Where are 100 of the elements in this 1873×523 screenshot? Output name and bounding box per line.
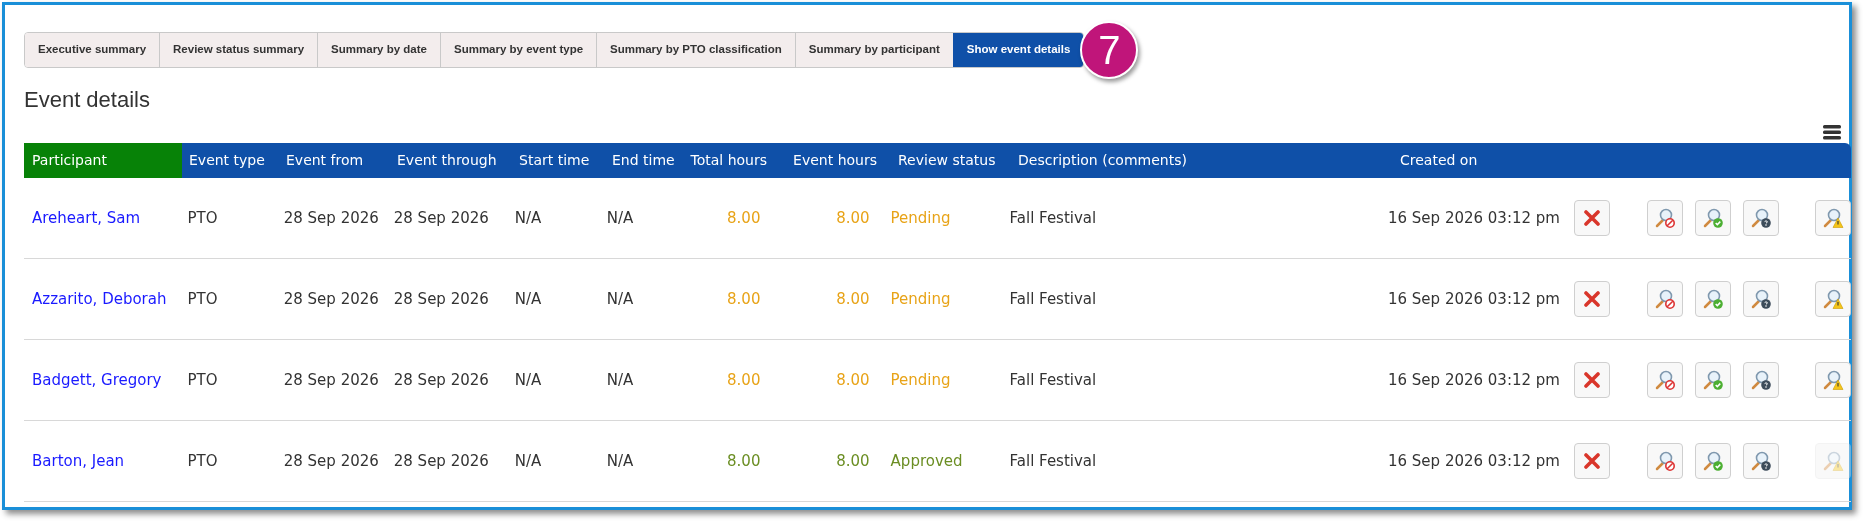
magnifier-question-icon bbox=[1750, 288, 1772, 310]
table-cell-text: N/A bbox=[513, 207, 543, 229]
query-review-button[interactable] bbox=[1743, 281, 1779, 317]
table-cell-text: 28 Sep 2026 bbox=[392, 288, 490, 310]
table-cell-text: 8.00 bbox=[726, 288, 762, 310]
magnifier-block-icon bbox=[1654, 450, 1676, 472]
participant-link[interactable]: Badgett, Gregory bbox=[24, 368, 181, 392]
tab[interactable]: Review status summary bbox=[159, 33, 318, 67]
magnifier-check-icon bbox=[1702, 288, 1724, 310]
flag-review-button[interactable] bbox=[1815, 200, 1851, 236]
table-cell-text: 28 Sep 2026 bbox=[282, 369, 380, 391]
magnifier-warning-icon bbox=[1822, 450, 1844, 472]
close-icon bbox=[1584, 453, 1600, 469]
table-cell-text: 8.00 bbox=[835, 369, 871, 391]
tab[interactable]: Executive summary bbox=[25, 33, 160, 67]
column-header[interactable]: Review status bbox=[891, 143, 1011, 178]
column-header[interactable]: Participant bbox=[24, 143, 182, 178]
approve-review-button[interactable] bbox=[1695, 200, 1731, 236]
tab[interactable]: Summary by participant bbox=[794, 33, 953, 67]
query-review-button[interactable] bbox=[1743, 362, 1779, 398]
table-cell-text: PTO bbox=[186, 288, 219, 310]
magnifier-warning-icon bbox=[1822, 207, 1844, 229]
reject-review-button[interactable] bbox=[1647, 200, 1683, 236]
table-cell-text: Fall Festival bbox=[1008, 288, 1098, 310]
table-cell-text: 28 Sep 2026 bbox=[392, 207, 490, 229]
query-review-button[interactable] bbox=[1743, 200, 1779, 236]
table-cell-text: N/A bbox=[513, 450, 543, 472]
table-cell-text: Fall Festival bbox=[1008, 369, 1098, 391]
tab[interactable]: Show event details bbox=[952, 33, 1084, 67]
column-header[interactable]: Event hours bbox=[781, 143, 891, 178]
close-icon bbox=[1584, 291, 1600, 307]
table-cell-text: Pending bbox=[889, 288, 952, 310]
magnifier-question-icon bbox=[1750, 207, 1772, 229]
table-cell-text: Pending bbox=[889, 369, 952, 391]
table-cell-text: Fall Festival bbox=[1008, 207, 1098, 229]
column-header[interactable]: End time bbox=[605, 143, 683, 178]
approve-review-button[interactable] bbox=[1695, 443, 1731, 479]
magnifier-check-icon bbox=[1702, 450, 1724, 472]
table-cell-text: 8.00 bbox=[835, 207, 871, 229]
reject-review-button[interactable] bbox=[1647, 443, 1683, 479]
participant-link[interactable]: Azzarito, Deborah bbox=[24, 287, 181, 311]
table-cell-text: PTO bbox=[186, 207, 219, 229]
flag-review-button[interactable] bbox=[1815, 281, 1851, 317]
table-cell-text: N/A bbox=[513, 288, 543, 310]
column-header[interactable]: Event type bbox=[182, 143, 279, 178]
magnifier-block-icon bbox=[1654, 207, 1676, 229]
table-cell-text: 28 Sep 2026 bbox=[392, 369, 490, 391]
delete-button[interactable] bbox=[1574, 200, 1610, 236]
table-cell-text: N/A bbox=[605, 450, 635, 472]
table-cell-text: 8.00 bbox=[726, 207, 762, 229]
reject-review-button[interactable] bbox=[1647, 362, 1683, 398]
reject-review-button[interactable] bbox=[1647, 281, 1683, 317]
close-icon bbox=[1584, 210, 1600, 226]
delete-button[interactable] bbox=[1574, 443, 1610, 479]
table-cell-text: 28 Sep 2026 bbox=[282, 207, 380, 229]
participant-link[interactable]: Barton, Jean bbox=[24, 449, 181, 473]
column-header[interactable]: Description (comments) bbox=[1011, 143, 1393, 178]
magnifier-question-icon bbox=[1750, 369, 1772, 391]
delete-button[interactable] bbox=[1574, 281, 1610, 317]
column-header[interactable]: Start time bbox=[512, 143, 605, 178]
table-cell-text: 8.00 bbox=[726, 369, 762, 391]
table-cell-text: 28 Sep 2026 bbox=[282, 450, 380, 472]
table-cell-text: PTO bbox=[186, 450, 219, 472]
table-cell-text: Approved bbox=[889, 450, 964, 472]
magnifier-question-icon bbox=[1750, 450, 1772, 472]
query-review-button[interactable] bbox=[1743, 443, 1779, 479]
table-cell-text: N/A bbox=[605, 288, 635, 310]
table-cell-text: N/A bbox=[605, 207, 635, 229]
participant-link[interactable]: Areheart, Sam bbox=[24, 206, 181, 230]
section-heading: Event details bbox=[24, 86, 151, 114]
magnifier-check-icon bbox=[1702, 207, 1724, 229]
table-cell-text: 28 Sep 2026 bbox=[392, 450, 490, 472]
column-header[interactable]: Total hours bbox=[683, 143, 781, 178]
tab[interactable]: Summary by date bbox=[317, 33, 440, 67]
table-cell-text: 8.00 bbox=[726, 450, 762, 472]
approve-review-button[interactable] bbox=[1695, 281, 1731, 317]
step-badge: 7 bbox=[1080, 21, 1139, 79]
table-cell-text: Pending bbox=[889, 207, 952, 229]
column-header[interactable]: Event through bbox=[390, 143, 512, 178]
table-cell-text: PTO bbox=[186, 369, 219, 391]
table-cell-text: Fall Festival bbox=[1008, 450, 1098, 472]
column-header[interactable]: Created on bbox=[1393, 143, 1568, 178]
tab[interactable]: Summary by event type bbox=[439, 33, 597, 67]
table-cell-text: 8.00 bbox=[835, 288, 871, 310]
delete-button[interactable] bbox=[1574, 362, 1610, 398]
column-header[interactable]: Event from bbox=[279, 143, 390, 178]
tab[interactable]: Summary by PTO classification bbox=[596, 33, 795, 67]
table-cell-text: 8.00 bbox=[835, 450, 871, 472]
close-icon bbox=[1584, 372, 1600, 388]
table-cell-text: 28 Sep 2026 bbox=[282, 288, 380, 310]
menu-icon[interactable] bbox=[1823, 124, 1841, 140]
flag-review-button[interactable] bbox=[1815, 362, 1851, 398]
table-cell-text: N/A bbox=[513, 369, 543, 391]
magnifier-check-icon bbox=[1702, 369, 1724, 391]
magnifier-warning-icon bbox=[1822, 288, 1844, 310]
magnifier-block-icon bbox=[1654, 369, 1676, 391]
magnifier-warning-icon bbox=[1822, 369, 1844, 391]
magnifier-block-icon bbox=[1654, 288, 1676, 310]
table-cell-text: N/A bbox=[605, 369, 635, 391]
approve-review-button[interactable] bbox=[1695, 362, 1731, 398]
